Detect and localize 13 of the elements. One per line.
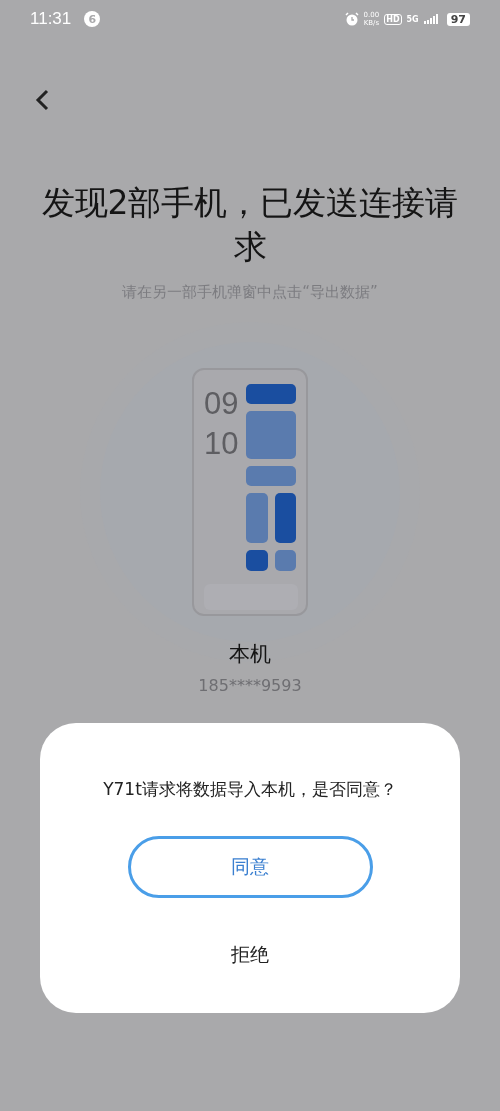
phone-number: 185****9593	[198, 676, 302, 695]
page-title: 发现2部手机，已发送连接请求	[40, 182, 460, 268]
battery-level: 97	[446, 12, 470, 26]
notification-count-badge: 6	[84, 11, 101, 27]
status-time: 11:31	[30, 9, 72, 29]
network-type: 5G	[406, 14, 419, 24]
device-name: 本机	[229, 641, 271, 668]
dialog-message: Y71t请求将数据导入本机，是否同意？	[103, 778, 397, 801]
decline-button[interactable]: 拒绝	[221, 938, 279, 972]
agree-button[interactable]: 同意	[127, 836, 373, 898]
hd-badge: HD	[384, 13, 402, 25]
clock-hour: 09	[204, 385, 239, 423]
clock-minute: 10	[204, 425, 239, 463]
